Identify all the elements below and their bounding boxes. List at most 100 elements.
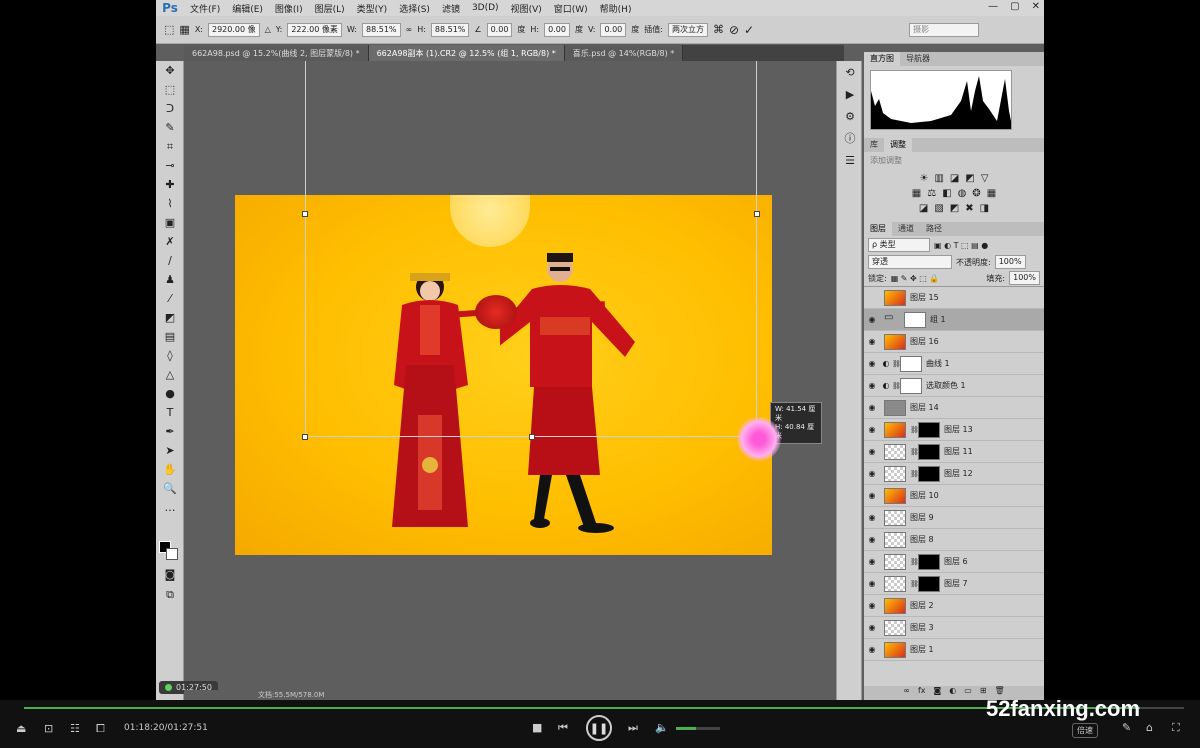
mask-link-icon[interactable]: ⛓ <box>910 558 919 566</box>
stamp-tool-icon[interactable]: ▣ <box>156 213 184 232</box>
maximize-icon[interactable]: ▢ <box>1010 1 1019 12</box>
history-panel-icon[interactable]: ⟲ <box>837 61 863 83</box>
tab-adjustments[interactable]: 调整 <box>884 138 912 152</box>
visibility-eye-icon[interactable]: ◉ <box>864 469 880 478</box>
visibility-eye-icon[interactable]: ◉ <box>864 513 880 522</box>
screenshot-icon[interactable]: ⊡ <box>44 722 53 735</box>
visibility-eye-icon[interactable]: ◉ <box>864 645 880 654</box>
black-white-icon[interactable]: ◧ <box>942 188 951 199</box>
layer-row[interactable]: ◉ 图层 8 <box>864 529 1044 551</box>
layer-mask-thumbnail[interactable] <box>918 465 940 482</box>
y-field[interactable]: 222.00 像素 <box>287 22 342 37</box>
color-balance-icon[interactable]: ⚖ <box>927 188 936 199</box>
add-mask-icon[interactable]: ◙ <box>934 686 942 700</box>
commit-transform-icon[interactable]: ✓ <box>744 23 754 37</box>
tab-navigator[interactable]: 导航器 <box>900 52 936 66</box>
path-select-tool-icon[interactable]: ➤ <box>156 441 184 460</box>
marquee-tool-icon[interactable]: ⬚ <box>156 80 184 99</box>
new-group-icon[interactable]: ▭ <box>964 686 972 700</box>
new-adjustment-icon[interactable]: ◐ <box>949 686 956 700</box>
tab-layers[interactable]: 图层 <box>864 222 892 236</box>
layer-row[interactable]: ◉ ◐ ⛓ 曲线 1 <box>864 353 1044 375</box>
stop-icon[interactable]: ■ <box>532 721 542 734</box>
brush-tool-icon[interactable]: ⌇ <box>156 194 184 213</box>
quick-select-tool-icon[interactable]: ✎ <box>156 118 184 137</box>
screen-mode-icon[interactable]: ⧉ <box>156 585 184 604</box>
levels-icon[interactable]: ▥ <box>934 173 943 184</box>
layer-row[interactable]: ◉ ⛓ 图层 13 <box>864 419 1044 441</box>
visibility-eye-icon[interactable]: ◉ <box>864 381 880 390</box>
visibility-eye-icon[interactable]: ◉ <box>864 579 880 588</box>
menu-image[interactable]: 图像(I) <box>269 2 309 15</box>
layer-row[interactable]: ◉ ⛓ 图层 6 <box>864 551 1044 573</box>
free-transform-bounding-box[interactable] <box>302 61 760 440</box>
channel-mixer-icon[interactable]: ❂ <box>972 188 980 199</box>
more-tools-icon[interactable]: … <box>156 498 184 517</box>
layer-row[interactable]: ◉ 图层 9 <box>864 507 1044 529</box>
layer-mask-thumbnail[interactable] <box>918 421 940 438</box>
gradient-tool-icon[interactable]: ▤ <box>156 327 184 346</box>
clone-stamp-icon[interactable]: ♟ <box>156 270 184 289</box>
photo-filter-icon[interactable]: ◍ <box>958 188 967 199</box>
layer-row[interactable]: ◉ ▭ 组 1 <box>864 309 1044 331</box>
x-field[interactable]: 2920.00 像 <box>208 22 260 37</box>
transform-handle-top-left[interactable] <box>302 211 308 217</box>
move-tool-icon[interactable]: ✥ <box>156 61 184 80</box>
layer-row[interactable]: ◉ 图层 16 <box>864 331 1044 353</box>
type-tool-icon[interactable]: T <box>156 403 184 422</box>
eraser-tool-icon[interactable]: ◩ <box>156 308 184 327</box>
visibility-eye-icon[interactable]: ◉ <box>864 447 880 456</box>
vibrance-icon[interactable]: ▽ <box>981 173 989 184</box>
canvas-area[interactable]: W: 41.54 厘米 H: 40.84 厘米 <box>184 61 822 700</box>
warp-icon[interactable]: ⌘ <box>713 23 724 36</box>
background-color-swatch[interactable] <box>166 548 178 560</box>
visibility-eye-icon[interactable]: ◉ <box>864 315 880 324</box>
mask-link-icon[interactable]: ⛓ <box>892 382 901 390</box>
layer-row[interactable]: ◉ 图层 2 <box>864 595 1044 617</box>
pause-button[interactable]: ❚❚ <box>586 715 612 741</box>
transform-handle-top-right[interactable] <box>754 211 760 217</box>
playlist-icon[interactable]: ☷ <box>70 722 80 735</box>
tab-doc-3[interactable]: 喜乐.psd @ 14%(RGB/8) * <box>564 45 684 61</box>
menu-window[interactable]: 窗口(W) <box>548 2 594 15</box>
mask-link-icon[interactable]: ⛓ <box>910 426 919 434</box>
blend-mode-select[interactable]: 穿透 <box>868 255 952 269</box>
visibility-eye-icon[interactable]: ◉ <box>864 557 880 566</box>
layer-row[interactable]: 图层 15 <box>864 287 1044 309</box>
tab-doc-2[interactable]: 662A98副本 (1).CR2 @ 12.5% (组 1, RGB/8) * <box>368 45 565 61</box>
info-panel-icon[interactable]: ⓘ <box>837 127 863 149</box>
threshold-icon[interactable]: ◩ <box>950 203 959 214</box>
interpolation-select[interactable]: 两次立方 <box>667 22 708 37</box>
pen-tool-icon[interactable]: ✒ <box>156 422 184 441</box>
visibility-eye-icon[interactable]: ◉ <box>864 425 880 434</box>
hue-saturation-icon[interactable]: ▦ <box>912 188 921 199</box>
quick-mask-icon[interactable]: ◙ <box>156 565 184 584</box>
menu-3d[interactable]: 3D(D) <box>466 3 505 13</box>
posterize-icon[interactable]: ▧ <box>934 203 943 214</box>
menu-select[interactable]: 选择(S) <box>393 2 436 15</box>
paint-brush-icon[interactable]: ∕ <box>156 251 184 270</box>
lasso-tool-icon[interactable]: ᑐ <box>156 99 184 118</box>
reference-point-icon[interactable]: ▦ <box>179 23 189 36</box>
menu-view[interactable]: 视图(V) <box>505 2 548 15</box>
tab-channels[interactable]: 通道 <box>892 222 920 236</box>
menu-edit[interactable]: 编辑(E) <box>226 2 269 15</box>
volume-icon[interactable]: 🔈 <box>655 721 669 734</box>
actions-panel-icon[interactable]: ▶ <box>837 83 863 105</box>
layer-filter-select[interactable]: ρ 类型 <box>868 238 930 252</box>
visibility-eye-icon[interactable]: ◉ <box>864 359 880 368</box>
visibility-eye-icon[interactable]: ◉ <box>864 403 880 412</box>
fullscreen-icon[interactable]: ⛶ <box>1172 721 1180 735</box>
cancel-transform-icon[interactable]: ⊘ <box>729 23 739 37</box>
mask-link-icon[interactable]: ⛓ <box>910 448 919 456</box>
layer-row[interactable]: ◉ 图层 3 <box>864 617 1044 639</box>
menu-filter[interactable]: 滤镜 <box>436 2 466 15</box>
zoom-tool-icon[interactable]: 🔍 <box>156 479 184 498</box>
visibility-eye-icon[interactable]: ◉ <box>864 337 880 346</box>
visibility-eye-icon[interactable]: ◉ <box>864 491 880 500</box>
character-panel-icon[interactable]: ☰ <box>837 149 863 171</box>
tab-histogram[interactable]: 直方图 <box>864 52 900 66</box>
hand-tool-icon[interactable]: ✋ <box>156 460 184 479</box>
link-layers-icon[interactable]: ∞ <box>903 686 910 700</box>
curves-icon[interactable]: ◪ <box>950 173 959 184</box>
